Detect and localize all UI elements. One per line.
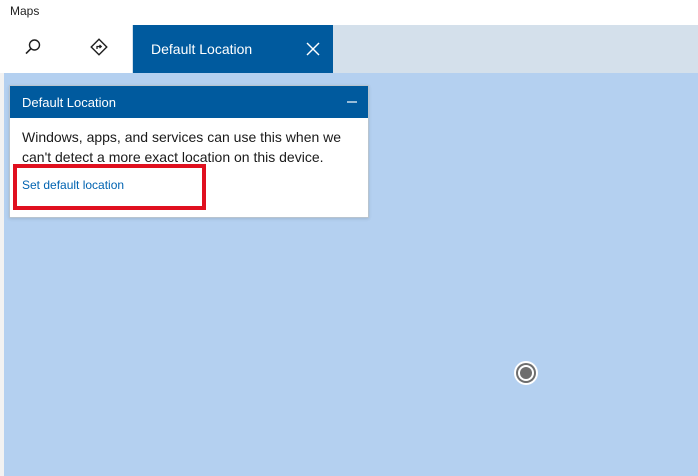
panel-description: Windows, apps, and services can use this… — [22, 129, 342, 165]
panel-body: Windows, apps, and services can use this… — [10, 118, 368, 195]
panel-title: Default Location — [22, 94, 116, 110]
search-icon — [24, 38, 42, 61]
tab-label: Default Location — [151, 41, 253, 57]
directions-icon — [90, 37, 108, 61]
current-location-icon[interactable] — [512, 359, 540, 387]
directions-button[interactable] — [66, 25, 132, 73]
toolbar: Default Location — [0, 25, 698, 73]
tab-default-location[interactable]: Default Location — [133, 25, 333, 73]
panel-header: Default Location — [10, 86, 368, 118]
close-icon[interactable] — [293, 25, 333, 73]
app-title: Maps — [10, 4, 40, 18]
search-button[interactable] — [0, 25, 66, 73]
default-location-panel: Default Location Windows, apps, and serv… — [9, 85, 369, 218]
minimize-icon[interactable] — [336, 86, 368, 118]
maps-window: Maps Default Location Default Location W… — [0, 0, 698, 476]
set-default-location-link[interactable]: Set default location — [22, 175, 124, 195]
title-bar: Maps — [0, 0, 698, 25]
